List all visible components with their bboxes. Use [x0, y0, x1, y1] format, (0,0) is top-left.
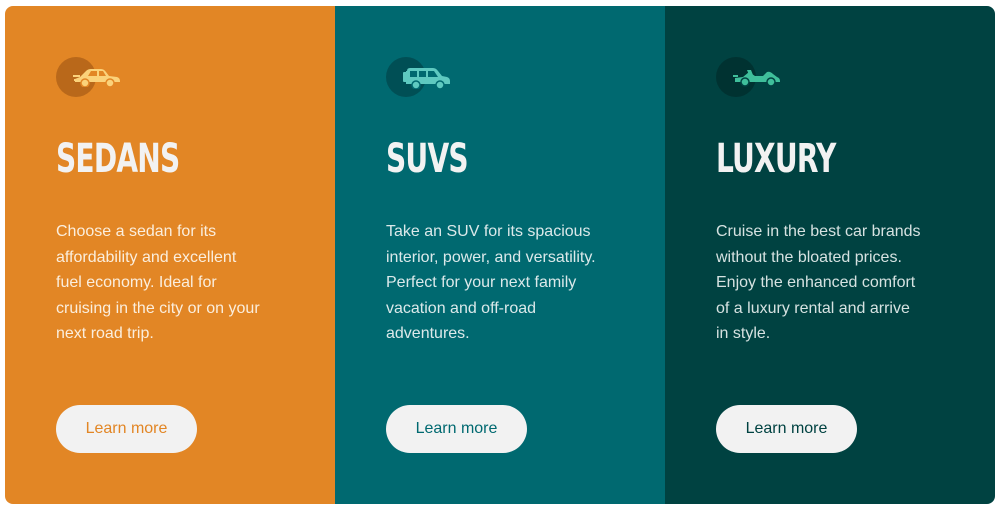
card-title-sedans: SEDANS — [56, 136, 180, 182]
card-description-sedans: Choose a sedan for its affordability and… — [56, 223, 260, 343]
learn-more-button-suvs[interactable]: Learn more — [386, 405, 527, 453]
luxury-car-icon — [716, 57, 782, 97]
card-title-suvs: SUVS — [386, 136, 469, 182]
sedan-car-icon-shape — [73, 69, 120, 87]
luxury-car-icon-shape — [733, 70, 780, 87]
learn-more-button-luxury[interactable]: Learn more — [716, 405, 857, 453]
card-description-suvs: Take an SUV for its spacious interior, p… — [386, 223, 596, 343]
card-title-luxury: LUXURY — [716, 136, 836, 182]
card-suvs: SUVS Take an SUV for its spacious interi… — [335, 6, 665, 504]
card-description-luxury: Cruise in the best car brands without th… — [716, 223, 921, 343]
card-sedans: SEDANS Choose a sedan for its affordabil… — [5, 6, 335, 504]
sedan-car-icon — [56, 57, 122, 97]
suv-car-icon — [386, 57, 452, 97]
card-group: SEDANS Choose a sedan for its affordabil… — [5, 6, 995, 504]
suv-car-icon-shape — [403, 68, 450, 89]
learn-more-button-sedans[interactable]: Learn more — [56, 405, 197, 453]
card-luxury: LUXURY Cruise in the best car brands wit… — [665, 6, 995, 504]
